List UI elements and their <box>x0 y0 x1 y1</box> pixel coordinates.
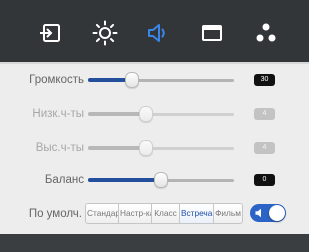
preset-button[interactable]: Стандарт <box>85 203 119 224</box>
slider-track <box>88 112 234 116</box>
slider-thumb <box>139 140 154 156</box>
slider-label: Громкость <box>29 74 84 86</box>
slider-label: Выс.ч-ты <box>35 142 84 154</box>
slider-fill <box>88 178 161 182</box>
preset-button[interactable]: Настр-ка <box>118 203 152 224</box>
slider-fill <box>88 112 147 116</box>
slider-row: Громкость 30 <box>0 70 309 90</box>
preset-button[interactable]: Фильм <box>213 203 243 224</box>
slider-value-badge: 4 <box>254 142 275 154</box>
toggle-knob <box>269 205 285 221</box>
toolbar <box>0 0 309 64</box>
slider-thumb[interactable] <box>154 172 168 188</box>
sound-icon[interactable] <box>145 20 171 46</box>
preset-button[interactable]: Класс <box>151 203 180 224</box>
preset-button[interactable]: Встреча <box>179 203 214 224</box>
slider-value-badge: 4 <box>254 108 275 120</box>
picture-icon[interactable] <box>199 20 225 46</box>
slider-value-badge: 0 <box>254 174 275 186</box>
input-icon[interactable] <box>38 20 64 46</box>
slider-value-badge: 30 <box>254 74 275 86</box>
slider-track[interactable] <box>88 78 234 82</box>
slider-label: Баланс <box>44 174 84 186</box>
footer-bar <box>0 234 309 252</box>
presets-label: По умолч. <box>28 208 82 220</box>
brightness-icon[interactable] <box>92 20 118 46</box>
slider-label: Низк.ч-ты <box>32 108 84 120</box>
slider-thumb[interactable] <box>124 72 139 88</box>
speaker-icon <box>255 208 261 218</box>
slider-fill <box>88 146 147 150</box>
slider-row: Низк.ч-ты 4 <box>0 104 309 124</box>
preset-group: СтандартНастр-каКлассВстречаФильм <box>85 203 243 224</box>
sound-toggle[interactable] <box>250 204 286 222</box>
slider-row: Баланс 0 <box>0 170 309 190</box>
audio-settings-panel: Громкость 30 Низк.ч-ты 4 Выс.ч-ты 4 Баланс 0 По… <box>0 0 309 252</box>
slider-row: Выс.ч-ты 4 <box>0 138 309 158</box>
slider-track <box>88 146 234 150</box>
settings-icon[interactable] <box>253 20 279 46</box>
slider-thumb <box>139 106 154 122</box>
